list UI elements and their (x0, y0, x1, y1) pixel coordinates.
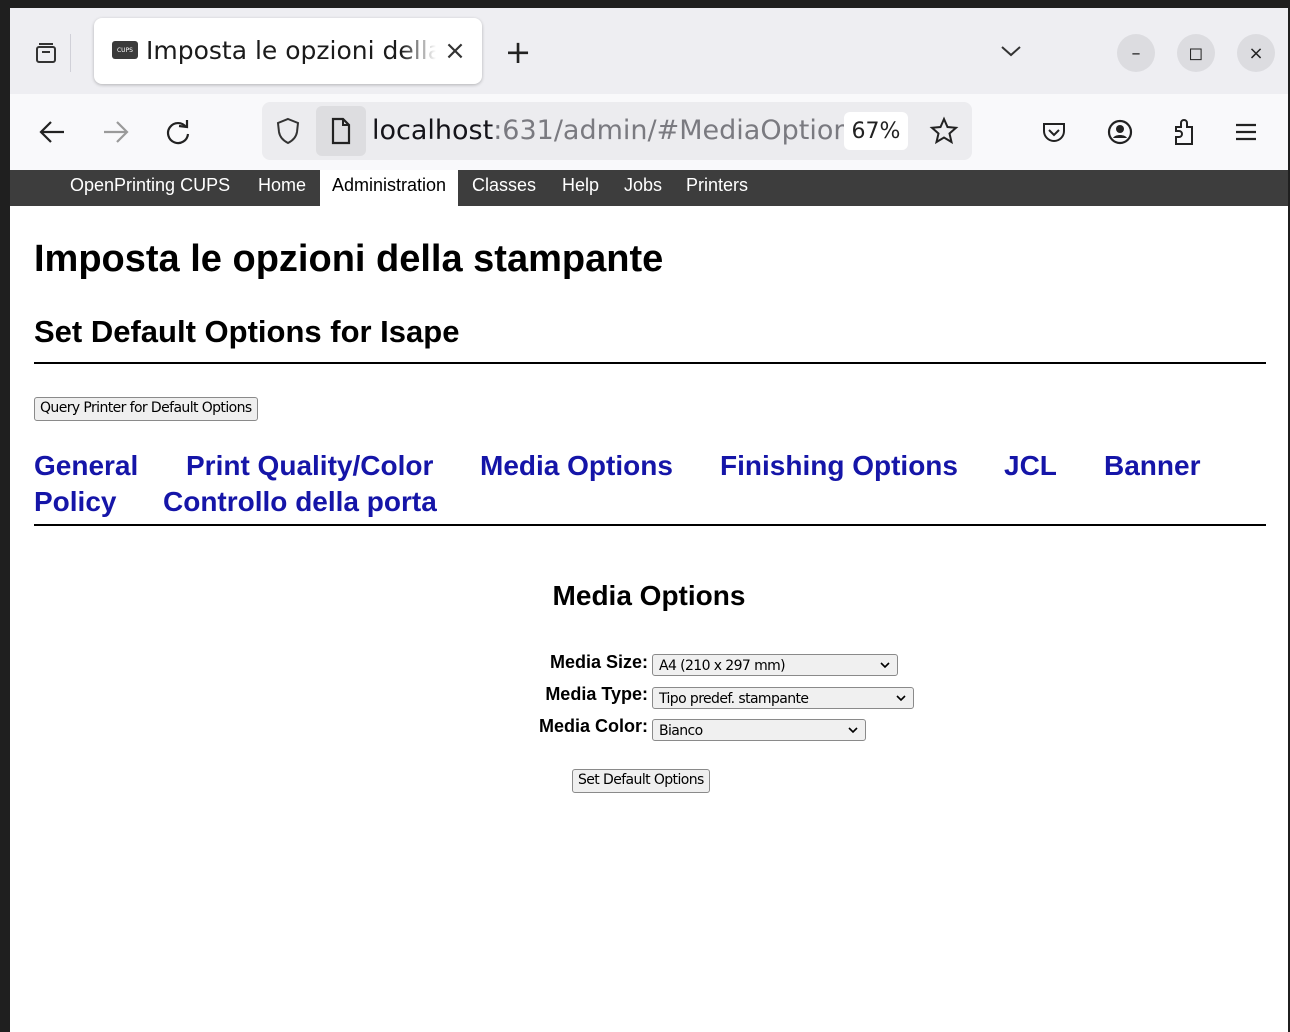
media-color-select[interactable]: Bianco (652, 719, 866, 741)
nav-printers[interactable]: Printers (674, 170, 760, 206)
new-tab-button[interactable]: + (500, 33, 536, 71)
tab-bar: CUPS Imposta le opzioni della stampante … (10, 8, 1288, 94)
pocket-icon[interactable] (1034, 112, 1074, 152)
media-color-value: Bianco (659, 723, 703, 739)
page-content: Imposta le opzioni della stampante Set D… (10, 206, 1288, 1032)
media-color-label: Media Color: (538, 716, 648, 736)
divider (34, 362, 1266, 364)
section-title: Media Options (552, 580, 746, 611)
chevron-down-icon (879, 658, 891, 672)
zoom-level-badge[interactable]: 67% (844, 112, 908, 150)
chevron-down-icon (895, 691, 907, 705)
extensions-icon[interactable] (1164, 112, 1204, 152)
media-type-select[interactable]: Tipo predef. stampante (652, 687, 914, 709)
tab-jcl[interactable]: JCL (1004, 450, 1057, 482)
chevron-down-icon (847, 723, 859, 737)
tab-title: Imposta le opzioni della stampante (146, 36, 436, 65)
tab-policy[interactable]: Policy (34, 486, 116, 518)
bookmark-star-icon[interactable] (924, 111, 964, 151)
page-info-icon[interactable] (316, 106, 366, 156)
nav-jobs[interactable]: Jobs (612, 170, 674, 206)
nav-administration[interactable]: Administration (320, 170, 459, 206)
navigation-toolbar: localhost:631/admin/#MediaOptions 67% (10, 94, 1288, 170)
media-type-value: Tipo predef. stampante (659, 691, 809, 707)
tab-banner[interactable]: Banner (1104, 450, 1200, 482)
tracking-protection-shield-icon[interactable] (268, 111, 308, 151)
query-printer-button[interactable]: Query Printer for Default Options (34, 397, 258, 421)
restore-button[interactable]: ◻ (1177, 34, 1215, 72)
cups-favicon-icon: CUPS (112, 41, 138, 59)
close-window-button[interactable]: × (1237, 34, 1275, 72)
divider (34, 524, 1266, 526)
page-subtitle: Set Default Options for Isape (34, 314, 460, 349)
active-tab[interactable]: CUPS Imposta le opzioni della stampante … (94, 18, 482, 84)
tab-close-icon[interactable]: × (442, 36, 468, 66)
back-arrow-icon[interactable] (32, 112, 72, 152)
nav-home[interactable]: Home (246, 170, 318, 206)
url-text[interactable]: localhost:631/admin/#MediaOptions (372, 114, 865, 148)
page-title: Imposta le opzioni della stampante (34, 238, 664, 280)
media-size-label: Media Size: (549, 652, 648, 672)
url-bar[interactable]: localhost:631/admin/#MediaOptions 67% (262, 102, 972, 160)
cups-header-nav: OpenPrinting CUPS Home Administration Cl… (10, 170, 1288, 206)
media-size-value: A4 (210 x 297 mm) (659, 658, 786, 674)
set-default-options-button[interactable]: Set Default Options (572, 769, 710, 793)
tab-print-quality-color[interactable]: Print Quality/Color (186, 450, 433, 482)
forward-arrow-icon[interactable] (96, 112, 136, 152)
media-size-select[interactable]: A4 (210 x 297 mm) (652, 654, 898, 676)
media-type-label: Media Type: (545, 684, 648, 704)
url-path: :631/admin/#MediaOptions (493, 115, 865, 146)
tab-media-options[interactable]: Media Options (480, 450, 673, 482)
tab-controllo-della-porta[interactable]: Controllo della porta (163, 486, 437, 518)
tab-general[interactable]: General (34, 450, 138, 482)
chevron-down-icon[interactable] (996, 36, 1026, 66)
hamburger-menu-icon[interactable] (1226, 112, 1266, 152)
tab-list-icon[interactable] (22, 34, 71, 72)
url-host: localhost (372, 115, 494, 146)
tab-finishing-options[interactable]: Finishing Options (720, 450, 958, 482)
browser-window: CUPS Imposta le opzioni della stampante … (10, 8, 1288, 1032)
account-icon[interactable] (1100, 112, 1140, 152)
nav-openprinting-cups[interactable]: OpenPrinting CUPS (58, 170, 242, 206)
nav-classes[interactable]: Classes (460, 170, 548, 206)
reload-icon[interactable] (158, 112, 198, 152)
minimize-button[interactable]: – (1117, 34, 1155, 72)
nav-help[interactable]: Help (550, 170, 611, 206)
